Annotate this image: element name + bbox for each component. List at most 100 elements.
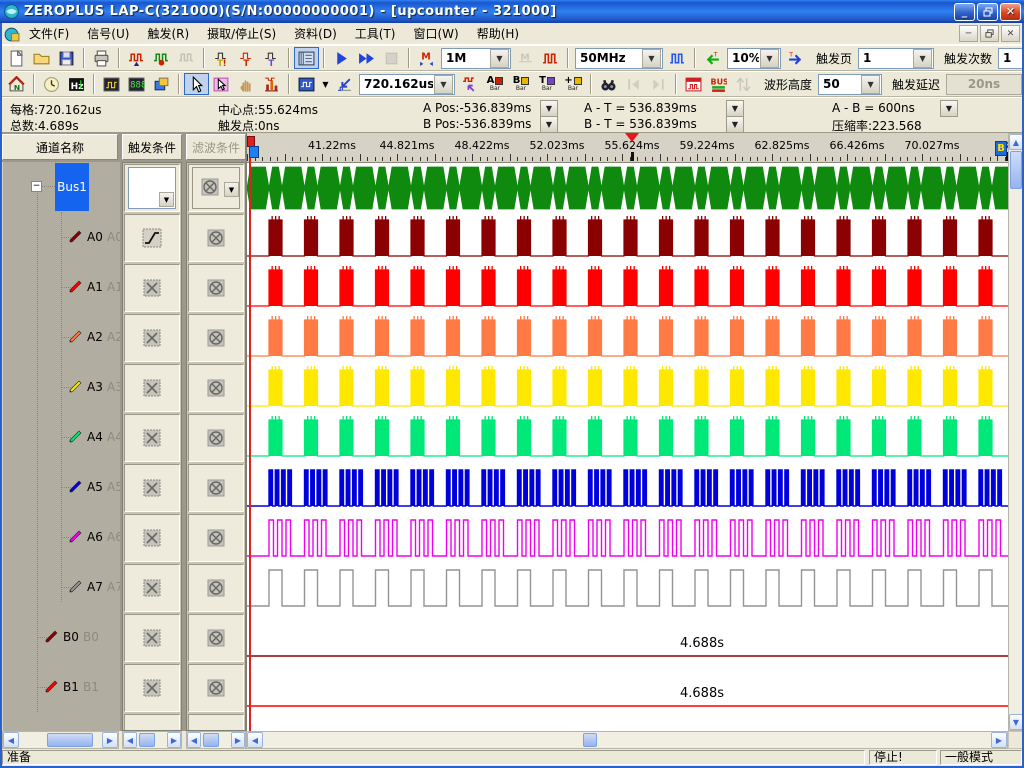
waveform-row-B1[interactable]: 4.688s xyxy=(247,663,1008,713)
memory-depth-button[interactable]: M xyxy=(414,47,439,69)
waveform-row-A6[interactable] xyxy=(247,513,1008,563)
close-button[interactable]: ✕ xyxy=(1000,3,1021,21)
trigger-condition-cell-B1[interactable] xyxy=(124,664,180,712)
sampling-setup-button[interactable] xyxy=(124,47,149,69)
trigger-count-select[interactable]: 1▼ xyxy=(998,48,1024,69)
waveform-row-A7[interactable] xyxy=(247,563,1008,613)
chevron-down-icon[interactable]: ▼ xyxy=(159,192,174,207)
select-cursor-button[interactable] xyxy=(184,73,209,95)
pen-icon[interactable] xyxy=(67,229,83,248)
channel-row-A1[interactable]: A1A1 xyxy=(3,262,120,312)
channel-setup-button[interactable] xyxy=(149,47,174,69)
print-button[interactable] xyxy=(89,47,114,69)
channel-row-A5[interactable]: A5A5 xyxy=(3,462,120,512)
goto-a-bar-button[interactable]: ABar xyxy=(482,73,508,95)
b-bar-marker[interactable]: B xyxy=(995,141,1007,156)
scroll-up-icon[interactable]: ▲ xyxy=(1009,134,1023,150)
channel-row-A7[interactable]: A7A7 xyxy=(3,562,120,612)
filter-condition-cell-A5[interactable] xyxy=(188,464,244,512)
waveform-row-A3[interactable] xyxy=(247,363,1008,413)
scroll-left-icon[interactable]: ◀ xyxy=(187,732,201,748)
waveform-row-B0[interactable]: 4.688s xyxy=(247,613,1008,663)
filter-condition-cell-A1[interactable] xyxy=(188,264,244,312)
channel-name-label[interactable]: A5 xyxy=(87,480,103,494)
waveform-row-A2[interactable] xyxy=(247,313,1008,363)
goto-b-bar-button[interactable]: BBar xyxy=(508,73,534,95)
menu-item-0[interactable]: 文件(F) xyxy=(20,23,78,44)
filter-condition-cell-B0[interactable] xyxy=(188,614,244,662)
scrollbar-thumb[interactable] xyxy=(583,733,597,747)
b-pos-dropdown[interactable]: ▼ xyxy=(540,116,558,133)
waveform-area[interactable]: 41.22ms44.821ms48.422ms52.023ms55.624ms5… xyxy=(246,133,1008,731)
run-button[interactable] xyxy=(329,47,354,69)
channel-panel-hscrollbar[interactable]: ◀ ▶ xyxy=(2,731,119,749)
menu-item-3[interactable]: 摄取/停止(S) xyxy=(198,23,285,44)
goto-t-bar-button[interactable]: TBar xyxy=(534,73,560,95)
mdi-minimize-button[interactable]: ─ xyxy=(959,25,978,42)
scroll-left-icon[interactable]: ◀ xyxy=(247,732,263,748)
channel-row-A0[interactable]: A0A0 xyxy=(3,212,120,262)
filter-column-hscrollbar[interactable]: ◀ ▶ xyxy=(186,731,246,749)
scroll-left-icon[interactable]: ◀ xyxy=(123,732,137,748)
bus-label-selected[interactable]: Bus1 xyxy=(55,163,89,211)
wave-height-select[interactable]: 50▼ xyxy=(818,74,882,95)
trigger-condition-cell-A4[interactable] xyxy=(124,414,180,462)
a-pos-dropdown[interactable]: ▼ xyxy=(540,100,558,117)
time-per-div-select[interactable]: 720.162us▼ xyxy=(359,74,455,95)
channel-name-label[interactable]: A6 xyxy=(87,530,103,544)
repeat-run-button[interactable] xyxy=(354,47,379,69)
channel-name-label[interactable]: A3 xyxy=(87,380,103,394)
menu-item-7[interactable]: 帮助(H) xyxy=(468,23,528,44)
single-trigger-button[interactable]: T xyxy=(234,47,259,69)
trigger-position-marker[interactable] xyxy=(625,133,639,142)
chevron-down-icon[interactable]: ▼ xyxy=(760,49,779,68)
filter-condition-cell-A7[interactable] xyxy=(188,564,244,612)
hand-tool-button[interactable] xyxy=(234,73,259,95)
scroll-down-icon[interactable]: ▼ xyxy=(1009,714,1023,730)
channel-row-B1[interactable]: B1B1 xyxy=(3,662,120,712)
scroll-right-icon[interactable]: ▶ xyxy=(231,732,245,748)
a-t-dropdown[interactable]: ▼ xyxy=(726,100,744,117)
channel-name-label[interactable]: B0 xyxy=(63,630,79,644)
listing-window-button[interactable]: 888 xyxy=(124,73,149,95)
restore-button[interactable] xyxy=(977,3,998,21)
waveform-row-A1[interactable] xyxy=(247,263,1008,313)
waveform-row-Bus1[interactable] xyxy=(247,163,1008,213)
scroll-left-icon[interactable]: ◀ xyxy=(3,732,19,748)
zoom-fit-button[interactable] xyxy=(332,73,357,95)
filter-condition-cell-B1[interactable] xyxy=(188,664,244,712)
scroll-right-icon[interactable]: ▶ xyxy=(991,732,1007,748)
bus-trigger-button[interactable]: T! xyxy=(209,47,234,69)
waveform-mode-dropdown[interactable]: ▼ xyxy=(319,73,332,95)
internal-clock-button[interactable] xyxy=(538,47,563,69)
channel-name-label[interactable]: A2 xyxy=(87,330,103,344)
pre-trigger-button[interactable]: T xyxy=(700,47,725,69)
clock-source-button[interactable] xyxy=(39,73,64,95)
chevron-down-icon[interactable]: ▼ xyxy=(490,49,509,68)
pen-icon[interactable] xyxy=(67,429,83,448)
channel-row-B0[interactable]: B0B0 xyxy=(3,612,120,662)
mdi-restore-button[interactable] xyxy=(980,25,999,42)
menu-item-5[interactable]: 工具(T) xyxy=(346,23,405,44)
time-ruler[interactable]: 41.22ms44.821ms48.422ms52.023ms55.624ms5… xyxy=(247,133,1008,163)
statistics-button[interactable] xyxy=(259,73,284,95)
chevron-down-icon[interactable]: ▼ xyxy=(434,75,453,94)
sample-rate-select[interactable]: 50MHz▼ xyxy=(575,48,663,69)
pen-icon[interactable] xyxy=(67,379,83,398)
channel-name-label[interactable]: B1 xyxy=(63,680,79,694)
menu-item-2[interactable]: 触发(R) xyxy=(138,23,198,44)
tree-collapse-icon[interactable]: − xyxy=(31,181,42,192)
open-file-button[interactable] xyxy=(29,47,54,69)
post-trigger-button[interactable]: T xyxy=(783,47,808,69)
channel-row-A3[interactable]: A3A3 xyxy=(3,362,120,412)
scroll-right-icon[interactable]: ▶ xyxy=(167,732,181,748)
filter-condition-cell-A0[interactable] xyxy=(188,214,244,262)
channel-name-label[interactable]: A7 xyxy=(87,580,103,594)
find-button[interactable] xyxy=(596,73,621,95)
trigger-condition-cell-A5[interactable] xyxy=(124,464,180,512)
trigger-condition-cell-A3[interactable] xyxy=(124,364,180,412)
waveform-hscrollbar[interactable]: ◀ ▶ xyxy=(246,731,1008,749)
channel-name-label[interactable]: A0 xyxy=(87,230,103,244)
chevron-down-icon[interactable]: ▼ xyxy=(861,75,880,94)
filter-condition-cell-A6[interactable] xyxy=(188,514,244,562)
